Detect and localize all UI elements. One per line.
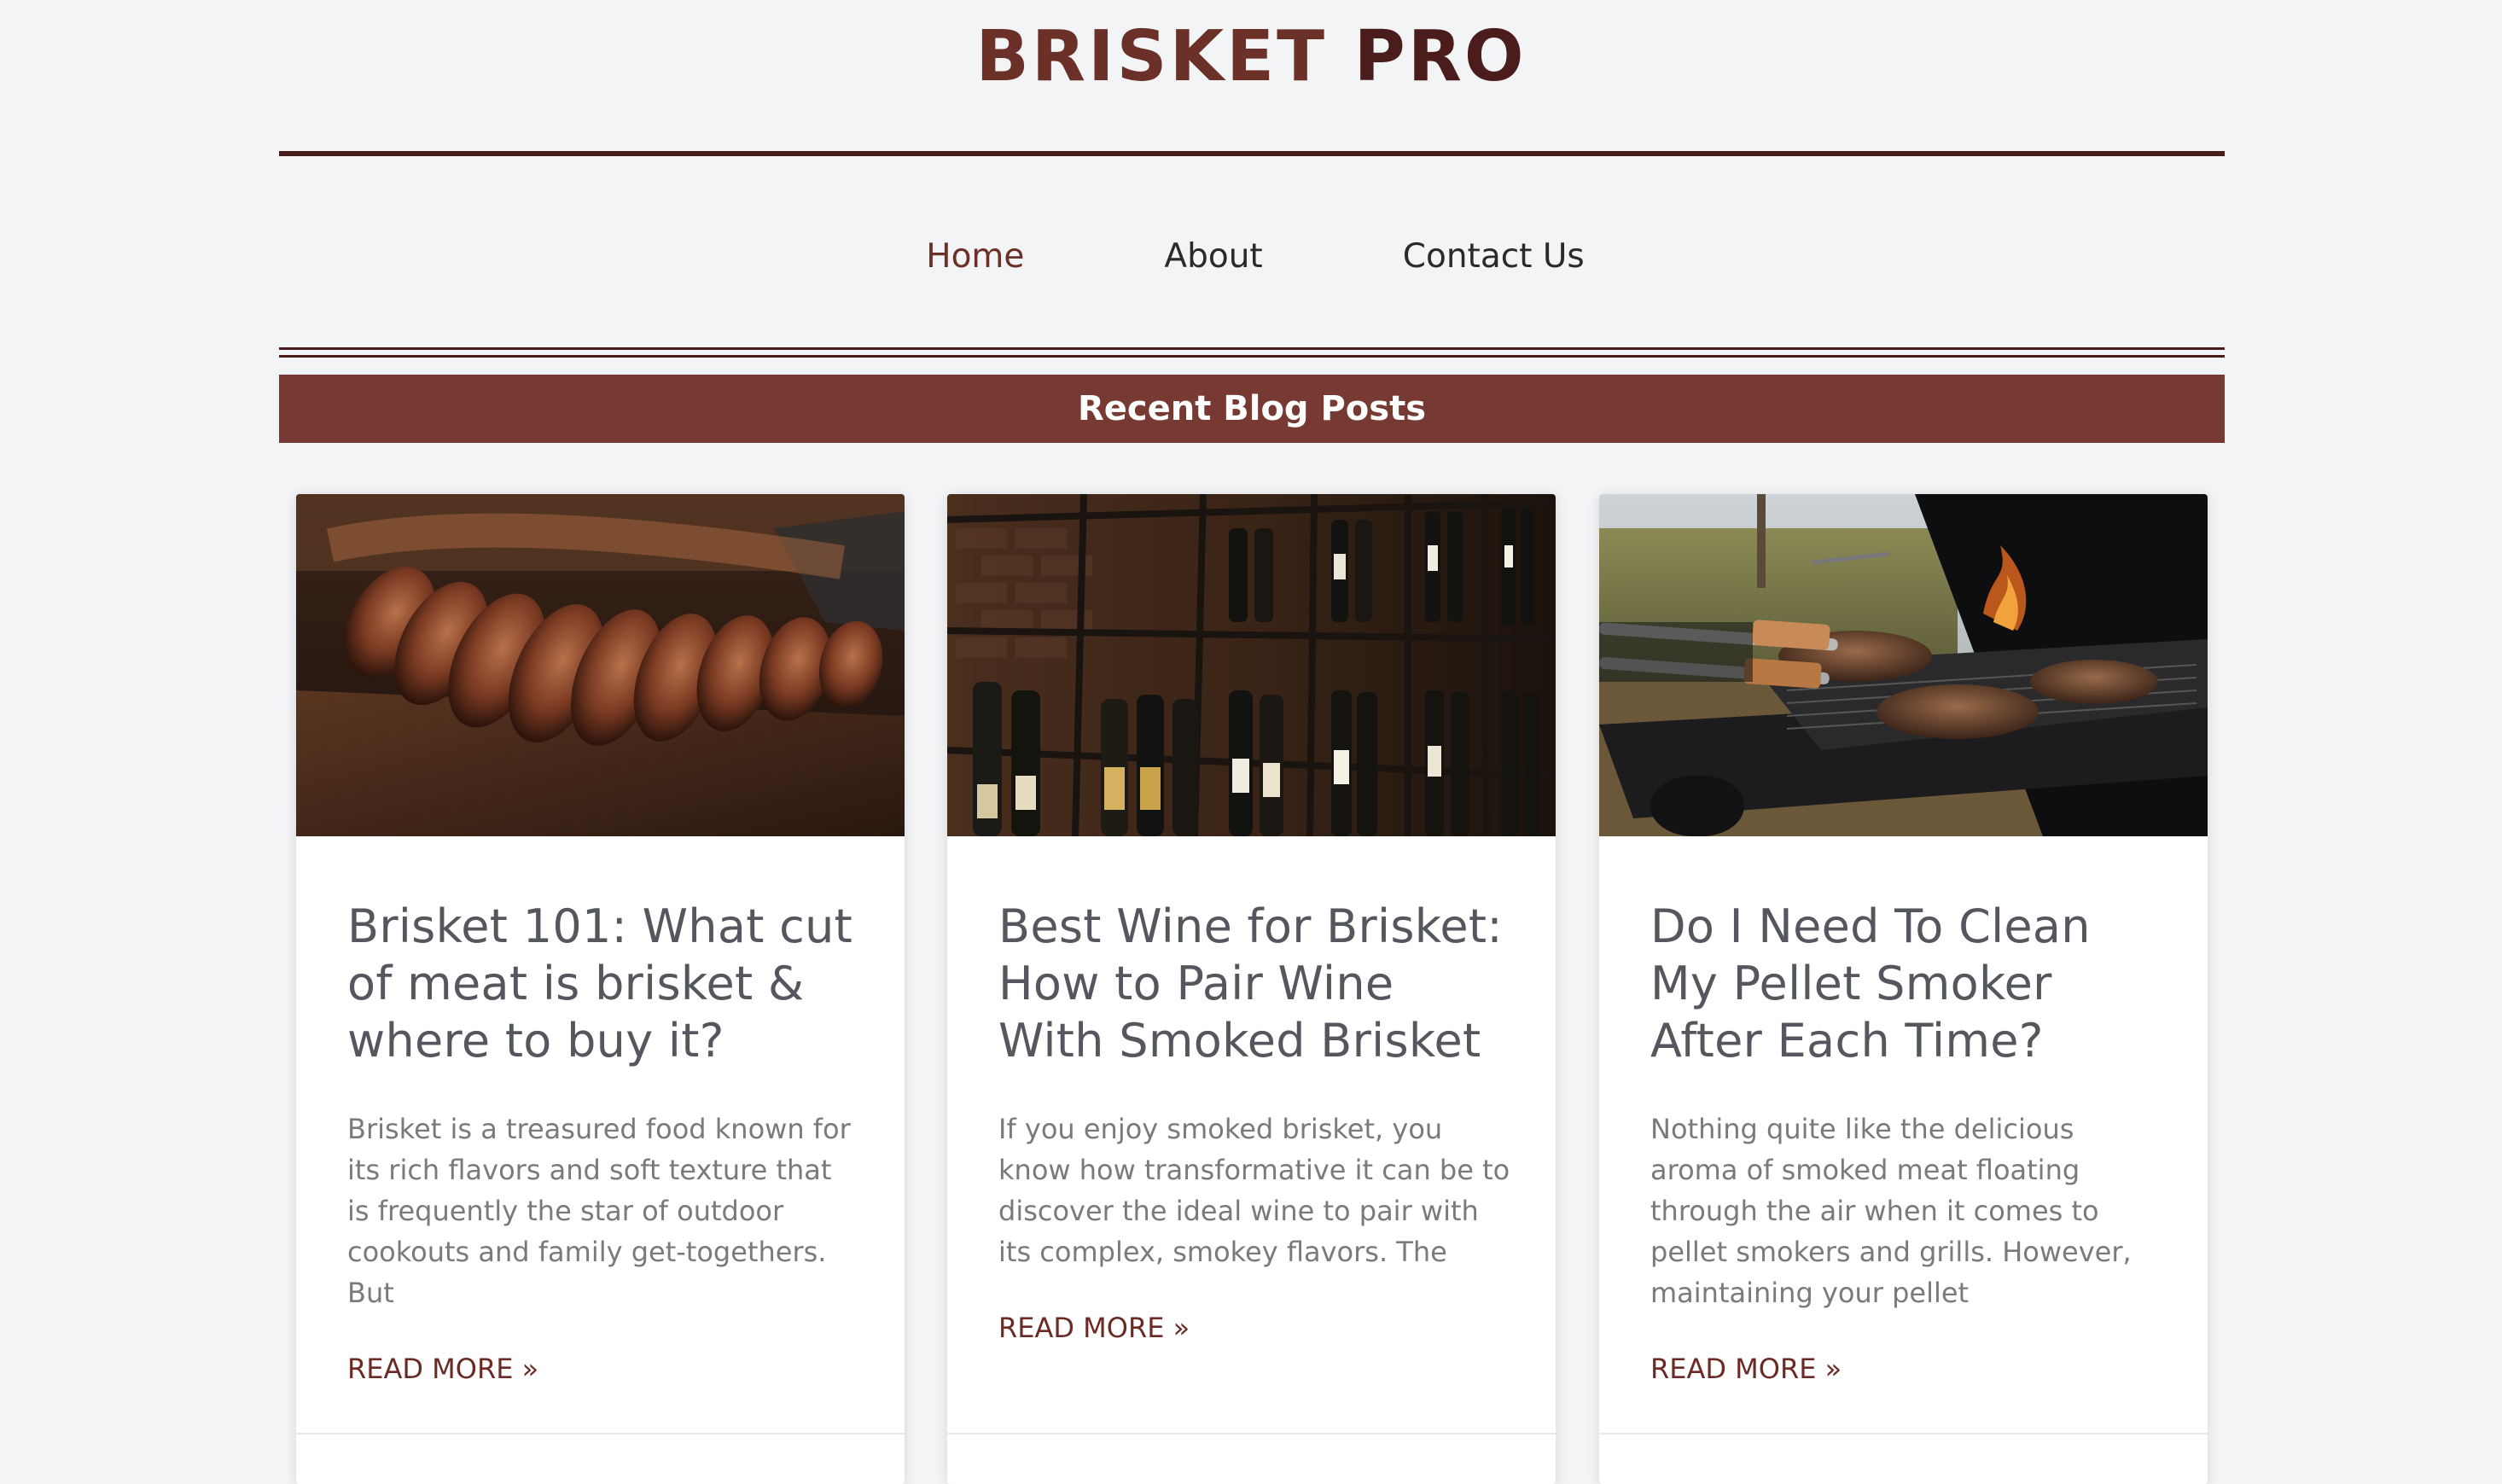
blog-post-card: Brisket 101: What cut of meat is brisket… (296, 494, 905, 1484)
nav-item-about[interactable]: About (1164, 237, 1262, 276)
site-logo[interactable]: BRISKET PRO (0, 10, 2502, 104)
post-title[interactable]: Brisket 101: What cut of meat is brisket… (347, 898, 859, 1069)
post-excerpt: Nothing quite like the delicious aroma o… (1650, 1113, 2132, 1309)
post-thumbnail-pellet-smoker[interactable] (1599, 494, 2208, 836)
nav-item-home[interactable]: Home (926, 237, 1024, 276)
read-more-link[interactable]: READ MORE » (998, 1312, 1510, 1344)
blog-post-card: Best Wine for Brisket: How to Pair Wine … (947, 494, 1556, 1484)
nav-item-contact-us[interactable]: Contact Us (1403, 237, 1585, 276)
post-thumbnail-wine-shelves[interactable] (947, 494, 1556, 836)
blog-post-card: Do I Need To Clean My Pellet Smoker Afte… (1599, 494, 2208, 1484)
header-divider (279, 151, 2225, 156)
post-title[interactable]: Best Wine for Brisket: How to Pair Wine … (998, 898, 1510, 1069)
post-body: Brisket 101: What cut of meat is brisket… (347, 898, 859, 1385)
post-excerpt: If you enjoy smoked brisket, you know ho… (998, 1113, 1510, 1268)
section-title-banner: Recent Blog Posts (279, 375, 2225, 443)
card-footer-divider (1599, 1433, 2208, 1435)
post-body: Do I Need To Clean My Pellet Smoker Afte… (1650, 898, 2162, 1385)
logo-word-1: BRISKET (975, 16, 1328, 97)
post-title[interactable]: Do I Need To Clean My Pellet Smoker Afte… (1650, 898, 2162, 1069)
read-more-link[interactable]: READ MORE » (1650, 1353, 2162, 1385)
read-more-link[interactable]: READ MORE » (347, 1353, 859, 1385)
post-excerpt: Brisket is a treasured food known for it… (347, 1113, 851, 1309)
main-nav: Home About Contact Us (0, 222, 2502, 290)
post-thumbnail-sliced-brisket[interactable] (296, 494, 905, 836)
card-footer-divider (947, 1433, 1556, 1435)
logo-word-2: PRO (1353, 16, 1527, 97)
blog-post-grid: Brisket 101: What cut of meat is brisket… (296, 494, 2208, 1484)
card-footer-divider (296, 1433, 905, 1435)
post-body: Best Wine for Brisket: How to Pair Wine … (998, 898, 1510, 1344)
nav-divider (279, 347, 2225, 358)
